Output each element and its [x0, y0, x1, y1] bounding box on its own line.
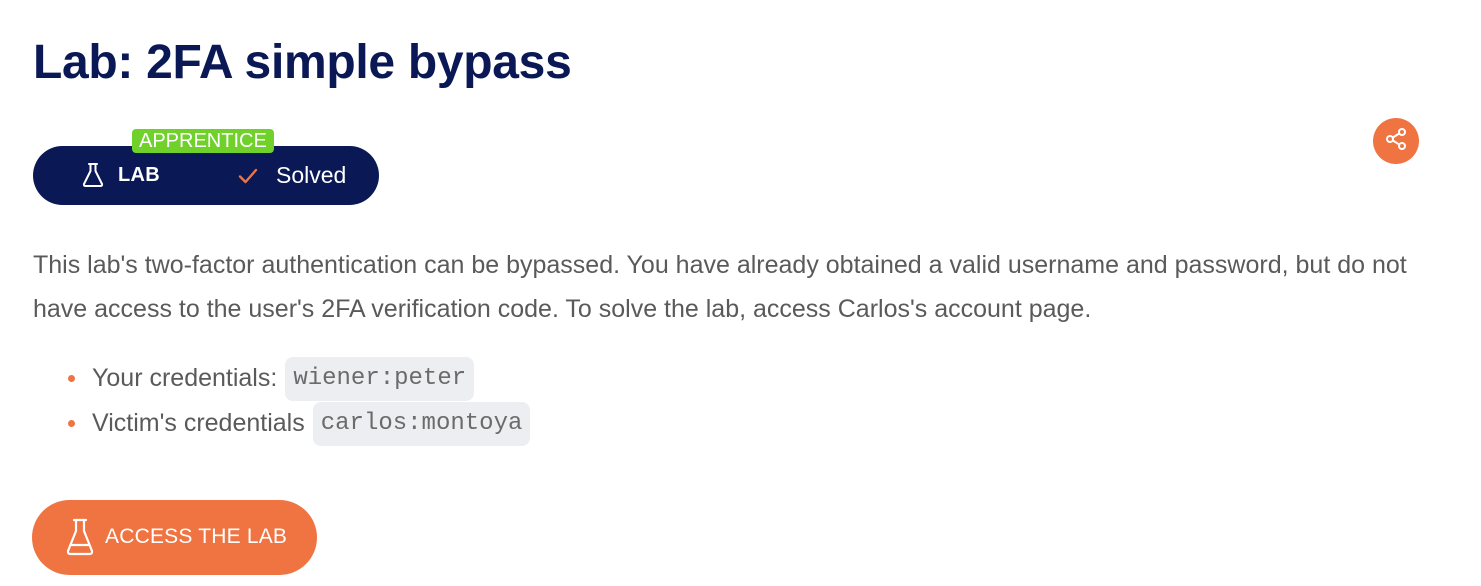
- access-lab-label: ACCESS THE LAB: [105, 525, 288, 548]
- share-icon: [1384, 127, 1408, 156]
- credential-value: carlos:montoya: [312, 401, 531, 446]
- credentials-list: Your credentials: wiener:peter Victim's …: [68, 356, 531, 446]
- access-lab-button[interactable]: ACCESS THE LAB: [32, 500, 317, 575]
- share-button[interactable]: [1373, 118, 1419, 164]
- flask-icon: [65, 517, 95, 557]
- list-item: Your credentials: wiener:peter: [68, 356, 530, 401]
- lab-status-badge: APPRENTICE LAB Solved: [33, 129, 379, 205]
- bullet: [68, 375, 75, 382]
- credential-label: Your credentials:: [92, 364, 278, 392]
- level-tag: APPRENTICE: [132, 129, 274, 153]
- lab-description: This lab's two-factor authentication can…: [33, 251, 1407, 323]
- page-title: Lab: 2FA simple bypass: [33, 36, 572, 89]
- badge-pill: LAB Solved: [33, 146, 379, 205]
- lab-type-label: LAB: [118, 164, 161, 186]
- credential-label: Victim's credentials: [92, 409, 305, 437]
- lab-page: Lab: 2FA simple bypass APPRENTICE LAB So…: [0, 0, 1481, 586]
- credential-value: wiener:peter: [285, 356, 475, 401]
- bullet: [68, 420, 75, 427]
- solved-status: Solved: [276, 162, 347, 188]
- flask-icon: [81, 162, 105, 188]
- check-icon: [236, 164, 260, 188]
- list-item: Victim's credentials carlos:montoya: [68, 401, 531, 446]
